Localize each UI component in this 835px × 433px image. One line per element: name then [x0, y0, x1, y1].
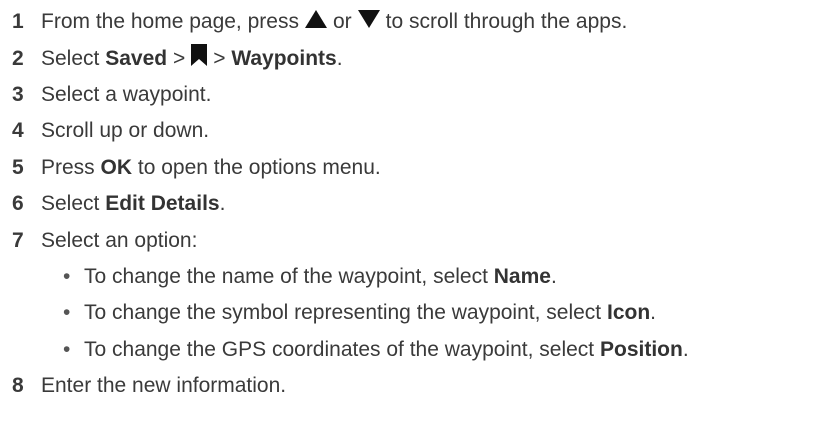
- period: .: [650, 301, 656, 325]
- period: .: [336, 46, 343, 70]
- period: .: [219, 192, 226, 216]
- step-number: 6: [12, 192, 24, 216]
- step-text: Enter the new information.: [41, 374, 287, 398]
- bookmark-icon: [190, 44, 208, 73]
- option-item: • To change the GPS coordinates of the w…: [12, 332, 832, 368]
- step-4: 4 Scroll up or down.: [12, 113, 832, 149]
- option-text: To change the name of the waypoint, sele…: [84, 264, 488, 288]
- step-text: to open the options menu.: [137, 155, 381, 179]
- option-text: To change the symbol representing the wa…: [84, 301, 602, 325]
- step-text: to scroll through the apps.: [385, 10, 628, 34]
- step-text: From the home page, press: [41, 10, 299, 34]
- ok-key: OK: [100, 155, 133, 179]
- option-icon: Icon: [606, 301, 651, 325]
- separator: >: [172, 46, 186, 70]
- bullet: •: [63, 337, 71, 361]
- step-text: Press: [41, 155, 95, 179]
- bullet: •: [63, 301, 71, 325]
- step-text: Scroll up or down.: [41, 119, 210, 143]
- step-6: 6 Select Edit Details.: [12, 186, 832, 222]
- instruction-steps: 1 From the home page, press or to scroll…: [12, 4, 832, 404]
- step-text: Select a waypoint.: [41, 82, 212, 106]
- step-number: 3: [12, 82, 24, 106]
- step-number: 1: [12, 10, 24, 34]
- menu-waypoints: Waypoints: [231, 46, 337, 70]
- option-position: Position: [600, 337, 683, 361]
- menu-saved: Saved: [105, 46, 168, 70]
- menu-edit-details: Edit Details: [105, 192, 220, 216]
- period: .: [550, 264, 557, 288]
- separator: >: [213, 46, 226, 70]
- down-triangle-icon: [357, 9, 381, 36]
- step-7: 7 Select an option:: [12, 222, 832, 258]
- option-item: • To change the name of the waypoint, se…: [12, 259, 832, 295]
- step-number: 8: [12, 374, 24, 398]
- step-number: 4: [12, 119, 24, 143]
- step-text: Select: [41, 192, 100, 216]
- step-5: 5 Press OK to open the options menu.: [12, 150, 832, 186]
- step-8: 8 Enter the new information.: [12, 368, 832, 404]
- step-number: 7: [12, 228, 24, 252]
- up-triangle-icon: [304, 9, 328, 36]
- step-number: 2: [12, 46, 24, 70]
- bullet: •: [63, 264, 71, 288]
- option-item: • To change the symbol representing the …: [12, 295, 832, 331]
- option-text: To change the GPS coordinates of the way…: [84, 337, 595, 361]
- step-text: or: [332, 10, 352, 34]
- step-1: 1 From the home page, press or to scroll…: [12, 4, 832, 40]
- step-3: 3 Select a waypoint.: [12, 77, 832, 113]
- step-number: 5: [12, 155, 24, 179]
- step-text: Select: [41, 46, 100, 70]
- step-2: 2 Select Saved > > Waypoints.: [12, 40, 832, 76]
- period: .: [682, 337, 689, 361]
- step-text: Select an option:: [41, 228, 198, 252]
- option-name: Name: [493, 264, 551, 288]
